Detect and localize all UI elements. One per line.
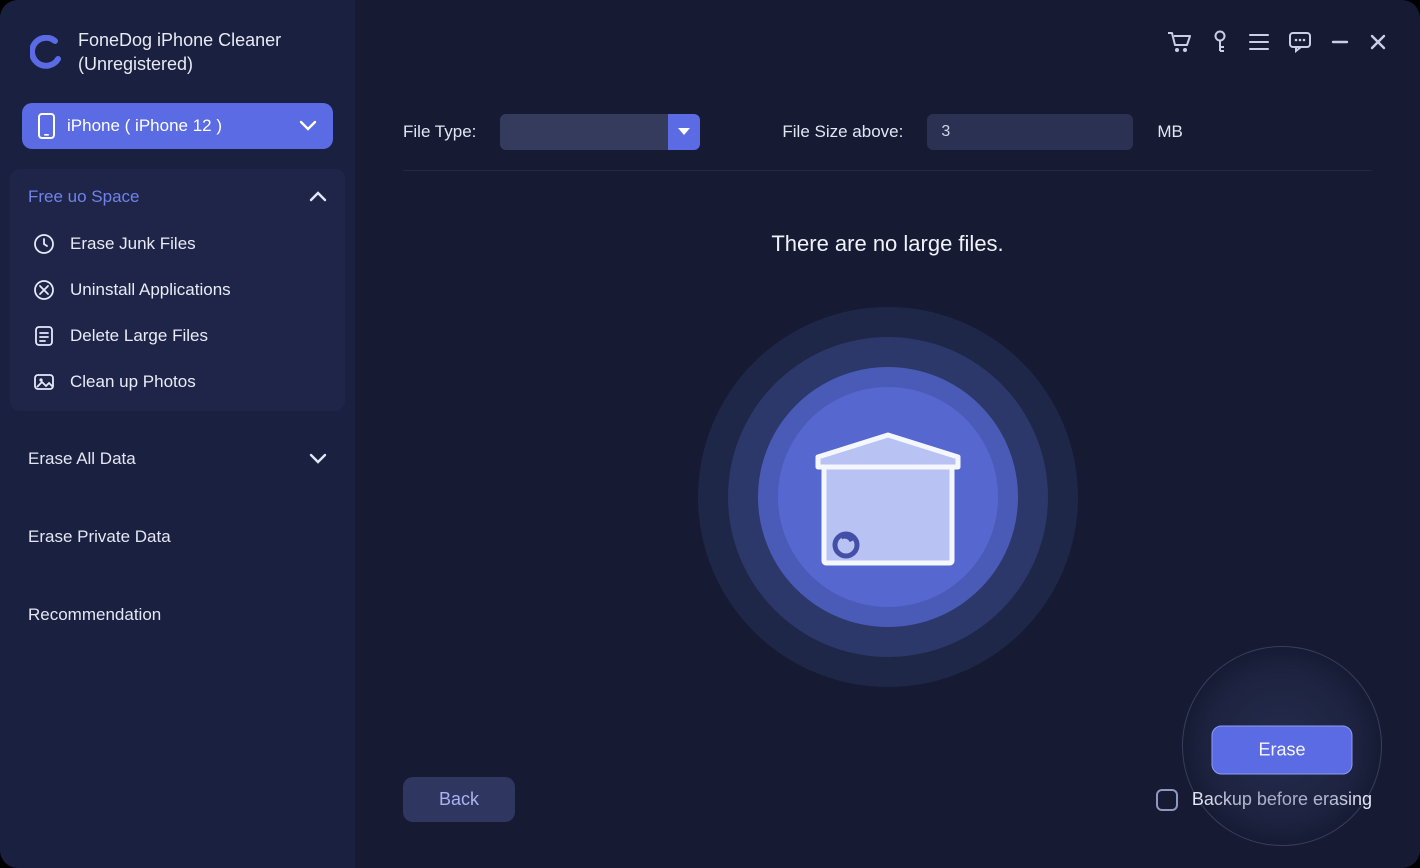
empty-state-illustration — [698, 307, 1078, 687]
section-title: Free uo Space — [28, 187, 140, 207]
sidebar-item-large-files[interactable]: Delete Large Files — [10, 313, 345, 359]
key-icon[interactable] — [1210, 30, 1230, 54]
section-title: Recommendation — [28, 605, 161, 625]
cart-icon[interactable] — [1166, 30, 1192, 54]
file-size-input[interactable]: 3 — [927, 114, 1133, 150]
section-title: Erase All Data — [28, 449, 136, 469]
sidebar-item-erase-junk[interactable]: Erase Junk Files — [10, 221, 345, 267]
menu-icon[interactable] — [1248, 32, 1270, 52]
file-size-value: 3 — [941, 123, 950, 141]
minimize-icon[interactable] — [1330, 32, 1350, 52]
sidebar-item-label: Clean up Photos — [70, 372, 196, 392]
uninstall-icon — [32, 279, 56, 301]
feedback-icon[interactable] — [1288, 31, 1312, 53]
sidebar-item-photos[interactable]: Clean up Photos — [10, 359, 345, 405]
empty-state-message: There are no large files. — [771, 231, 1003, 257]
sidebar-item-label: Erase Junk Files — [70, 234, 196, 254]
section-recommendation: Recommendation — [10, 587, 345, 645]
chevron-down-icon — [299, 120, 317, 132]
chevron-up-icon — [309, 191, 327, 203]
erase-button-wrap: Erase — [1182, 646, 1382, 846]
erase-button[interactable]: Erase — [1211, 726, 1352, 775]
clock-icon — [32, 233, 56, 255]
device-selector[interactable]: iPhone ( iPhone 12 ) — [22, 103, 333, 149]
section-header-free-space[interactable]: Free uo Space — [10, 173, 345, 221]
sidebar-item-label: Delete Large Files — [70, 326, 208, 346]
app-window: FoneDog iPhone Cleaner (Unregistered) iP… — [0, 0, 1420, 868]
file-list-icon — [32, 325, 56, 347]
file-type-select[interactable] — [500, 114, 700, 150]
brand-header: FoneDog iPhone Cleaner (Unregistered) — [0, 0, 355, 95]
backup-checkbox[interactable] — [1156, 789, 1178, 811]
titlebar — [1166, 30, 1388, 54]
section-header-erase-private[interactable]: Erase Private Data — [10, 513, 345, 561]
sidebar: FoneDog iPhone Cleaner (Unregistered) iP… — [0, 0, 355, 868]
app-title-line1: FoneDog iPhone Cleaner — [78, 28, 281, 52]
section-erase-all: Erase All Data — [10, 431, 345, 489]
app-title-line2: (Unregistered) — [78, 52, 281, 76]
section-erase-private: Erase Private Data — [10, 509, 345, 567]
section-title: Erase Private Data — [28, 527, 171, 547]
back-button-label: Back — [439, 789, 479, 809]
erase-button-label: Erase — [1258, 740, 1305, 760]
file-size-unit: MB — [1157, 122, 1183, 142]
chevron-down-icon — [309, 453, 327, 465]
app-logo — [30, 35, 64, 69]
sidebar-item-label: Uninstall Applications — [70, 280, 231, 300]
section-header-recommendation[interactable]: Recommendation — [10, 591, 345, 639]
file-type-label: File Type: — [403, 122, 476, 142]
main-panel: File Type: File Size above: 3 MB There a… — [355, 0, 1420, 868]
filter-bar: File Type: File Size above: 3 MB — [403, 0, 1372, 171]
section-header-erase-all[interactable]: Erase All Data — [10, 435, 345, 483]
phone-icon — [38, 113, 55, 139]
image-icon — [32, 371, 56, 393]
box-icon — [802, 417, 974, 577]
section-free-space: Free uo Space Erase Junk Files Uninstall… — [10, 169, 345, 411]
file-size-label: File Size above: — [782, 122, 903, 142]
back-button[interactable]: Back — [403, 777, 515, 822]
close-icon[interactable] — [1368, 32, 1388, 52]
sidebar-item-uninstall[interactable]: Uninstall Applications — [10, 267, 345, 313]
device-label: iPhone ( iPhone 12 ) — [67, 116, 222, 136]
dropdown-arrow-icon — [668, 114, 700, 150]
